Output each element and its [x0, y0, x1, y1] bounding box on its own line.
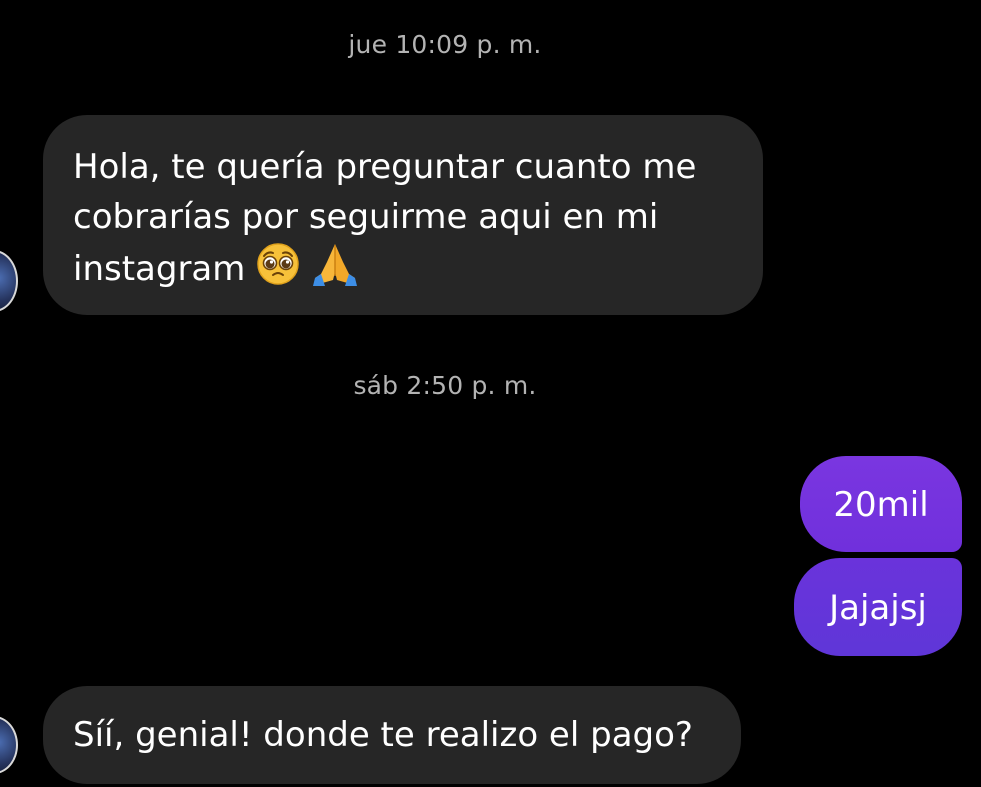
message-text: Jajajsj [829, 588, 927, 628]
message-text: instagram [73, 249, 246, 289]
folded-hands-icon [311, 242, 359, 300]
incoming-message-bubble[interactable]: Síí, genial! donde te realizo el pago? [43, 686, 741, 784]
pleading-face-icon [256, 242, 300, 300]
message-line: instagram [73, 242, 743, 300]
timestamp: jue 10:09 p. m. [348, 30, 542, 59]
contact-avatar[interactable] [0, 250, 18, 312]
outgoing-message-bubble[interactable]: 20mil [800, 456, 962, 552]
message-line: cobrarías por seguirme aqui en mi [73, 197, 659, 237]
timestamp: sáb 2:50 p. m. [353, 371, 537, 400]
outgoing-message-bubble[interactable]: Jajajsj [794, 558, 962, 656]
contact-avatar[interactable] [0, 716, 18, 774]
message-text: 20mil [833, 485, 929, 525]
message-line: Hola, te quería preguntar cuanto me [73, 147, 697, 187]
message-text: Síí, genial! donde te realizo el pago? [73, 715, 693, 755]
incoming-message-bubble[interactable]: Hola, te quería preguntar cuanto me cobr… [43, 115, 763, 315]
